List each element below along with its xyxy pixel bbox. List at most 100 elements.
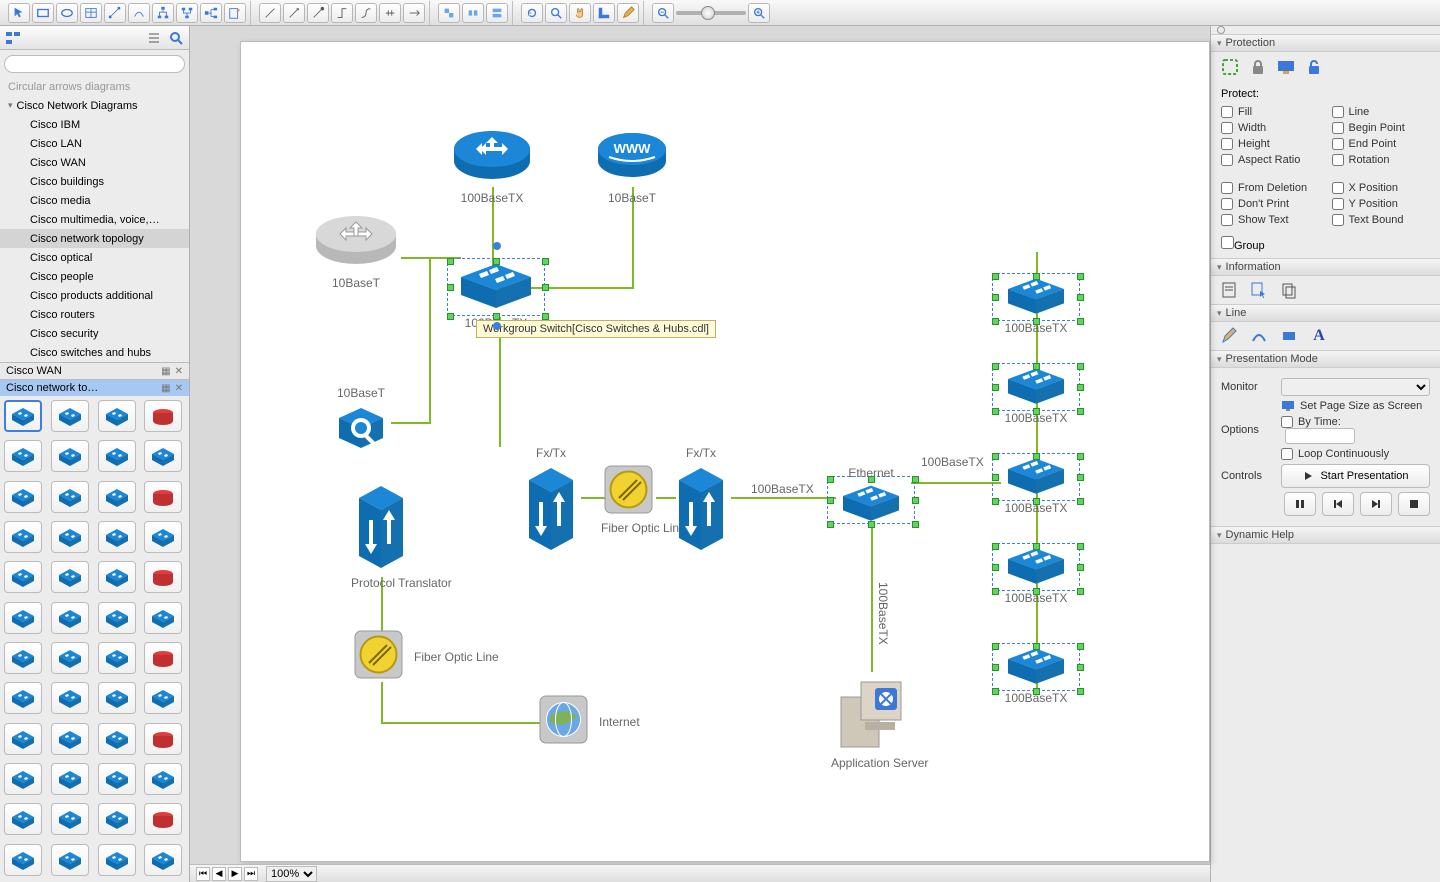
section-dynamic-help[interactable]: Dynamic Help xyxy=(1211,526,1440,544)
node-internet[interactable]: Internet xyxy=(536,692,640,747)
tab-grid-icon[interactable]: ▦ xyxy=(161,383,170,394)
node-router1[interactable]: 100BaseTX xyxy=(451,127,533,205)
line-style-2[interactable] xyxy=(283,3,305,23)
protect-checkbox[interactable]: Show Text xyxy=(1221,214,1320,226)
stencil-item[interactable] xyxy=(98,803,136,835)
stencil-item[interactable] xyxy=(98,642,136,674)
stencil-item[interactable] xyxy=(4,763,42,795)
node-router-gray[interactable]: 10BaseT xyxy=(311,212,401,290)
stencil-item[interactable] xyxy=(51,642,89,674)
library-search-input[interactable] xyxy=(4,55,185,73)
tool-pointer[interactable] xyxy=(8,3,30,23)
stencil-item[interactable] xyxy=(98,682,136,714)
protect-checkbox[interactable]: Fill xyxy=(1221,106,1320,118)
protect-group[interactable]: Group xyxy=(1221,240,1265,252)
line-pen-icon[interactable] xyxy=(1219,326,1239,346)
connector[interactable] xyxy=(911,482,1001,484)
tree-item[interactable]: Cisco IBM xyxy=(0,115,189,134)
by-time-input[interactable] xyxy=(1285,428,1355,444)
protect-checkbox[interactable]: Height xyxy=(1221,138,1320,150)
stencil-item[interactable] xyxy=(144,723,182,755)
line-style-5[interactable] xyxy=(355,3,377,23)
line-style-4[interactable] xyxy=(331,3,353,23)
page-prev-icon[interactable]: ◀ xyxy=(212,867,226,881)
protect-checkbox[interactable]: Text Bound xyxy=(1332,214,1431,226)
stencil-item[interactable] xyxy=(144,481,182,513)
tool-connector-b[interactable] xyxy=(128,3,150,23)
tab-grid-icon[interactable]: ▦ xyxy=(161,366,170,377)
protect-checkbox[interactable]: X Position xyxy=(1332,182,1431,194)
stencil-item[interactable] xyxy=(98,440,136,472)
stencil-item[interactable] xyxy=(144,521,182,553)
line-style-6[interactable] xyxy=(379,3,401,23)
stencil-item[interactable] xyxy=(98,400,136,432)
connector[interactable] xyxy=(391,422,431,424)
stencil-item[interactable] xyxy=(51,682,89,714)
stencil-item[interactable] xyxy=(98,763,136,795)
tree-item[interactable]: Cisco buildings xyxy=(0,172,189,191)
stencil-item[interactable] xyxy=(98,602,136,634)
tool-tree-c[interactable] xyxy=(200,3,222,23)
stencil-item[interactable] xyxy=(4,642,42,674)
connector[interactable] xyxy=(429,257,431,424)
stencil-item[interactable] xyxy=(4,440,42,472)
protect-checkbox[interactable]: From Deletion xyxy=(1221,182,1320,194)
tree-item[interactable]: Cisco WAN xyxy=(0,153,189,172)
tool-pencil[interactable] xyxy=(617,3,639,23)
stencil-item[interactable] xyxy=(98,561,136,593)
stencil-item[interactable] xyxy=(51,521,89,553)
align-2[interactable] xyxy=(462,3,484,23)
loop-checkbox[interactable]: Loop Continuously xyxy=(1281,448,1430,460)
section-line[interactable]: Line xyxy=(1211,304,1440,322)
tree-item[interactable]: Cisco LAN xyxy=(0,134,189,153)
stencil-item[interactable] xyxy=(4,844,42,876)
protection-resize-icon[interactable] xyxy=(1219,56,1241,78)
zoom-slider[interactable] xyxy=(676,11,746,15)
tree-item[interactable]: Cisco optical xyxy=(0,248,189,267)
stencil-item[interactable] xyxy=(144,642,182,674)
section-information[interactable]: Information xyxy=(1211,258,1440,276)
pres-stop-button[interactable] xyxy=(1398,492,1430,516)
node-appsrv[interactable]: Application Server xyxy=(831,672,911,770)
tree-item[interactable]: Cisco security xyxy=(0,324,189,343)
stencil-item[interactable] xyxy=(144,803,182,835)
line-rect-icon[interactable] xyxy=(1279,326,1299,346)
line-text-icon[interactable]: A xyxy=(1309,326,1329,346)
stencil-item[interactable] xyxy=(144,844,182,876)
stencil-item[interactable] xyxy=(4,682,42,714)
list-icon[interactable] xyxy=(145,29,163,47)
stencil-item[interactable] xyxy=(51,561,89,593)
node-fx2[interactable]: Fx/Tx xyxy=(671,442,731,554)
node-pt[interactable]: Protocol Translator xyxy=(351,482,411,590)
tree-parent[interactable]: Cisco Network Diagrams xyxy=(0,96,189,115)
library-tab[interactable]: Cisco WAN▦✕ xyxy=(0,362,189,379)
stencil-item[interactable] xyxy=(98,521,136,553)
stencil-item[interactable] xyxy=(4,400,42,432)
node-fol-mid[interactable]: Fiber Optic Line xyxy=(601,462,656,535)
connector[interactable] xyxy=(731,497,836,499)
tool-table[interactable] xyxy=(80,3,102,23)
protection-lock-icon[interactable] xyxy=(1247,56,1269,78)
stencil-item[interactable] xyxy=(144,763,182,795)
info-pointer-icon[interactable] xyxy=(1249,280,1269,300)
stencil-item[interactable] xyxy=(4,723,42,755)
stencil-item[interactable] xyxy=(144,682,182,714)
stencil-item[interactable] xyxy=(144,602,182,634)
align-3[interactable] xyxy=(486,3,508,23)
pres-pause-button[interactable] xyxy=(1284,492,1316,516)
stencil-item[interactable] xyxy=(4,803,42,835)
stencil-item[interactable] xyxy=(144,561,182,593)
stencil-item[interactable] xyxy=(4,481,42,513)
line-style-7[interactable] xyxy=(403,3,425,23)
page-next-icon[interactable]: ▶ xyxy=(228,867,242,881)
tool-hand[interactable] xyxy=(569,3,591,23)
stencil-item[interactable] xyxy=(51,400,89,432)
stencil-item[interactable] xyxy=(144,400,182,432)
line-style-3[interactable] xyxy=(307,3,329,23)
tree-item[interactable]: Cisco media xyxy=(0,191,189,210)
stencil-item[interactable] xyxy=(51,602,89,634)
stencil-item[interactable] xyxy=(4,521,42,553)
protect-checkbox[interactable]: Begin Point xyxy=(1332,122,1431,134)
tree-item[interactable]: Cisco products additional xyxy=(0,286,189,305)
tree-item[interactable]: Cisco switches and hubs xyxy=(0,343,189,362)
